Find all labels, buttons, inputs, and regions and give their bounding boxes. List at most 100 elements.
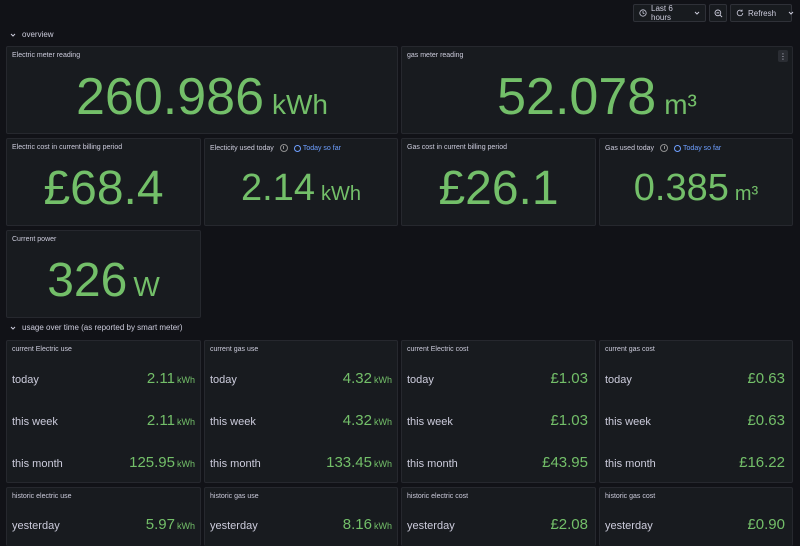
- stat-unit: kWh: [177, 459, 195, 469]
- panel-historic-electric-use[interactable]: historic electric use yesterday 5.97 kWh: [6, 487, 201, 546]
- stat-number: £43.95: [542, 454, 588, 471]
- stat-label: this month: [12, 458, 63, 470]
- stat-label: yesterday: [210, 520, 258, 532]
- stat-row-this-week: this week £0.63: [605, 412, 787, 430]
- stat-number: 125.95: [129, 454, 175, 471]
- panel-current-power[interactable]: Current power 326 W: [6, 230, 201, 318]
- panel-title: current gas use: [210, 346, 259, 353]
- panel-gas-cost-billing[interactable]: Gas cost in current billing period £26.1: [401, 138, 596, 226]
- stat-number: £1.03: [550, 412, 588, 429]
- panel-electric-cost-billing[interactable]: Electric cost in current billing period …: [6, 138, 201, 226]
- panel-title: Electric cost in current billing period: [12, 144, 123, 151]
- stat-row-this-month: this month 133.45 kWh: [210, 454, 392, 472]
- stat-number: 2.14: [241, 167, 315, 209]
- panel-title: historic gas use: [210, 493, 259, 500]
- zoom-out-icon: [714, 9, 723, 18]
- panel-historic-gas-use[interactable]: historic gas use yesterday 8.16 kWh: [204, 487, 398, 546]
- panel-current-gas-use[interactable]: current gas use today 4.32 kWh this week …: [204, 340, 398, 483]
- panel-electric-meter-reading[interactable]: Electric meter reading 260.986 kWh: [6, 46, 398, 134]
- panel-gas-used-today[interactable]: Gas used today Today so far 0.385 m³: [599, 138, 793, 226]
- stat-row-yesterday: yesterday £2.08: [407, 516, 590, 534]
- stat-label: this month: [407, 458, 458, 470]
- stat-label: today: [605, 374, 632, 386]
- stat-value: 52.078 m³: [402, 67, 792, 127]
- stat-row-this-month: this month £43.95: [407, 454, 590, 472]
- stat-number: 260.986: [76, 68, 264, 126]
- stat-unit: kWh: [177, 375, 195, 385]
- panel-title: Electric meter reading: [12, 52, 81, 59]
- panel-gas-meter-reading[interactable]: gas meter reading ⋮ 52.078 m³: [401, 46, 793, 134]
- stat-number: £0.63: [747, 370, 785, 387]
- stat-value: £68.4: [7, 161, 200, 216]
- stat-value: £26.1: [402, 161, 595, 216]
- stat-number: 2.11: [146, 412, 175, 429]
- info-icon[interactable]: [279, 144, 288, 152]
- stat-unit: kWh: [374, 521, 392, 531]
- panel-title: Current power: [12, 236, 57, 243]
- row-overview[interactable]: overview: [10, 30, 54, 39]
- refresh-button[interactable]: Refresh: [730, 4, 794, 22]
- stat-label: yesterday: [605, 520, 653, 532]
- panel-electricity-used-today[interactable]: Electicity used today Today so far 2.14 …: [204, 138, 398, 226]
- stat-label: this week: [210, 416, 256, 428]
- stat-unit: kWh: [320, 183, 361, 205]
- stat-unit: m³: [734, 183, 759, 205]
- panel-title: Gas used today: [605, 144, 655, 152]
- panel-current-gas-cost[interactable]: current gas cost today £0.63 this week £…: [599, 340, 793, 483]
- stat-label: this week: [605, 416, 651, 428]
- stat-unit: kWh: [271, 89, 328, 120]
- stat-unit: kWh: [374, 375, 392, 385]
- stat-number: £1.03: [550, 370, 588, 387]
- stat-number: £0.63: [747, 412, 785, 429]
- stat-row-today: today 2.11 kWh: [12, 370, 195, 388]
- clock-icon: [639, 9, 647, 17]
- panel-title: current gas cost: [605, 346, 655, 353]
- panel-title: historic electric cost: [407, 493, 469, 500]
- stat-unit: m³: [664, 89, 697, 120]
- stat-row-this-month: this month £16.22: [605, 454, 787, 472]
- panel-title: current Electric use: [12, 346, 72, 353]
- time-shift-badge: Today so far: [674, 144, 722, 152]
- stat-label: this week: [407, 416, 453, 428]
- panel-title-group: Gas used today Today so far: [605, 144, 721, 152]
- refresh-interval-chevron-icon[interactable]: [788, 10, 794, 16]
- panel-menu-icon[interactable]: ⋮: [778, 50, 788, 62]
- stat-number: £26.1: [438, 162, 559, 215]
- time-range-label: Last 6 hours: [651, 4, 673, 22]
- stat-unit: kWh: [374, 459, 392, 469]
- stat-row-this-week: this week 4.32 kWh: [210, 412, 392, 430]
- info-icon[interactable]: [660, 144, 669, 152]
- panel-title: historic electric use: [12, 493, 72, 500]
- zoom-out-button[interactable]: [709, 4, 727, 22]
- stat-row-yesterday: yesterday 5.97 kWh: [12, 516, 195, 534]
- stat-number: 4.32: [342, 412, 372, 429]
- panel-title: Electicity used today: [210, 144, 274, 152]
- stat-unit: kWh: [374, 417, 392, 427]
- stat-row-today: today £1.03: [407, 370, 590, 388]
- stat-number: 326: [47, 254, 128, 307]
- panel-historic-gas-cost[interactable]: historic gas cost yesterday £0.90: [599, 487, 793, 546]
- stat-label: yesterday: [12, 520, 60, 532]
- row-usage-over-time[interactable]: usage over time (as reported by smart me…: [10, 323, 183, 332]
- stat-number: 4.32: [342, 370, 372, 387]
- stat-label: today: [407, 374, 434, 386]
- clock-icon: [674, 144, 682, 152]
- time-shift-label: Today so far: [683, 144, 722, 152]
- stat-unit: kWh: [177, 417, 195, 427]
- time-range-picker[interactable]: Last 6 hours: [633, 4, 706, 22]
- panel-current-electric-cost[interactable]: current Electric cost today £1.03 this w…: [401, 340, 596, 483]
- stat-number: 133.45: [326, 454, 372, 471]
- stat-number: 8.16: [342, 516, 372, 533]
- stat-row-this-week: this week 2.11 kWh: [12, 412, 195, 430]
- panel-historic-electric-cost[interactable]: historic electric cost yesterday £2.08: [401, 487, 596, 546]
- stat-row-yesterday: yesterday 8.16 kWh: [210, 516, 392, 534]
- stat-number: £0.90: [747, 516, 785, 533]
- panel-current-electric-use[interactable]: current Electric use today 2.11 kWh this …: [6, 340, 201, 483]
- panel-title: gas meter reading: [407, 52, 464, 59]
- chevron-down-icon: [10, 325, 16, 331]
- stat-value: 326 W: [7, 253, 200, 308]
- clock-icon: [293, 144, 301, 152]
- time-shift-badge: Today so far: [293, 144, 341, 152]
- panel-title-group: Electicity used today Today so far: [210, 144, 341, 152]
- stat-label: this month: [210, 458, 261, 470]
